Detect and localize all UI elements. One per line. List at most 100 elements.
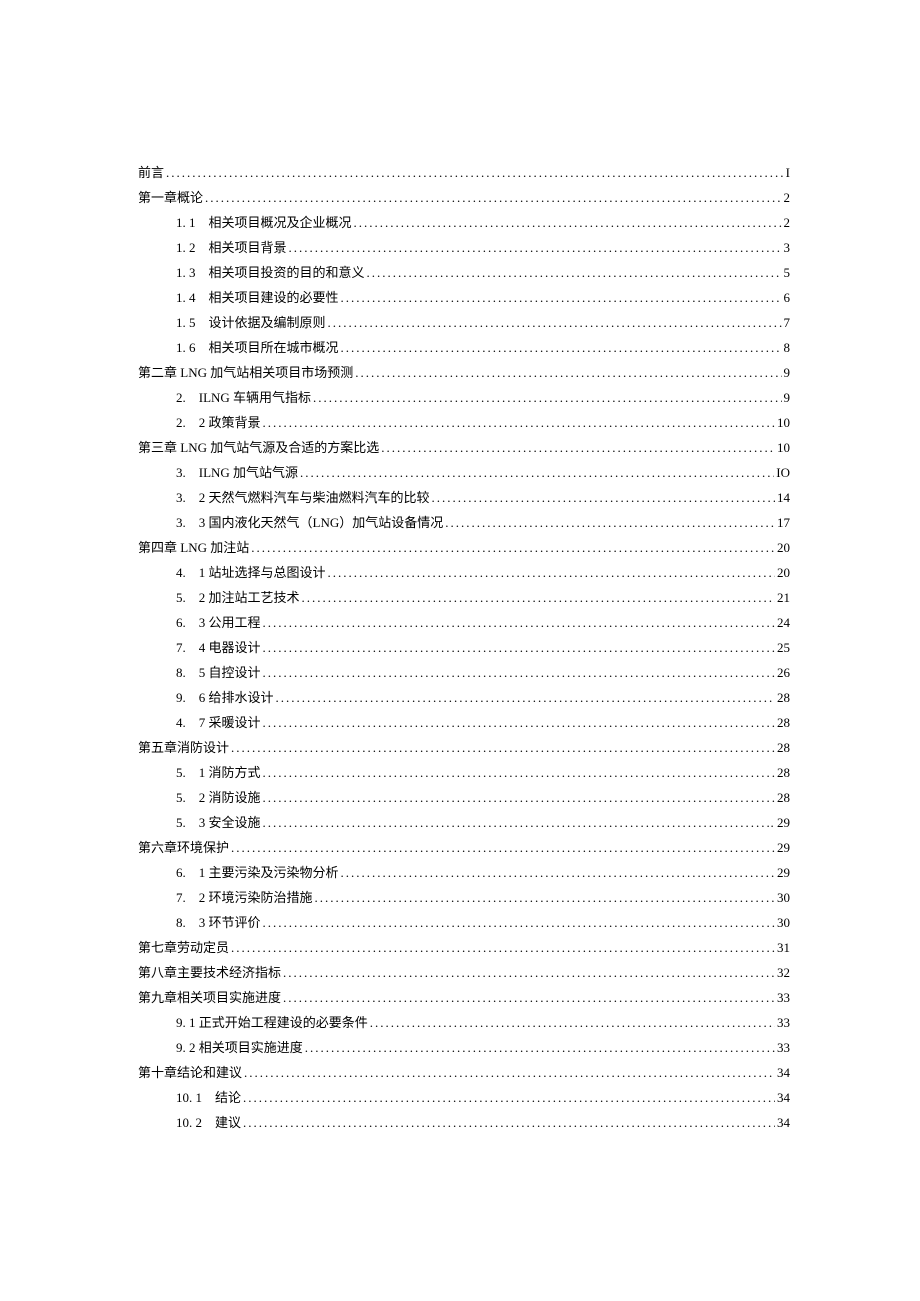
toc-entry-page: 26 <box>777 660 790 685</box>
toc-entry-label: 3. 2 天然气燃料汽车与柴油燃料汽车的比较 <box>176 485 430 510</box>
toc-entry-label: 8. 3 环节评价 <box>176 910 261 935</box>
toc-entry-label: 9. 2 相关项目实施进度 <box>176 1035 303 1060</box>
toc-leader-dots <box>355 360 781 385</box>
toc-entry: 1. 6 相关项目所在城市概况 8 <box>138 335 790 360</box>
toc-entry-label: 1. 4 相关项目建设的必要性 <box>176 285 339 310</box>
toc-entry-page: 20 <box>777 560 790 585</box>
toc-entry-page: 34 <box>777 1085 790 1110</box>
toc-entry: 9. 1 正式开始工程建设的必要条件 33 <box>138 1010 790 1035</box>
toc-entry-label: 第五章消防设计 <box>138 735 229 760</box>
toc-entry-label: 6. 1 主要污染及污染物分析 <box>176 860 339 885</box>
toc-entry-page: 6 <box>784 285 791 310</box>
toc-entry: 1. 3 相关项目投资的目的和意义 5 <box>138 260 790 285</box>
toc-entry: 1. 1 相关项目概况及企业概况 2 <box>138 210 790 235</box>
toc-entry-label: 第一章概论 <box>138 185 203 210</box>
toc-entry: 前言I <box>138 160 790 185</box>
toc-entry-label: 6. 3 公用工程 <box>176 610 261 635</box>
toc-entry: 6. 3 公用工程 24 <box>138 610 790 635</box>
toc-leader-dots <box>315 885 775 910</box>
toc-leader-dots <box>381 435 775 460</box>
toc-leader-dots <box>354 210 782 235</box>
toc-entry-label: 9. 6 给排水设计 <box>176 685 274 710</box>
toc-entry: 8. 5 自控设计 26 <box>138 660 790 685</box>
toc-entry-label: 第九章相关项目实施进度 <box>138 985 281 1010</box>
toc-page: 前言I第一章概论21. 1 相关项目概况及企业概况 21. 2 相关项目背景 3… <box>0 0 920 1255</box>
toc-entry-label: 7. 4 电器设计 <box>176 635 261 660</box>
toc-entry-page: 33 <box>777 1010 790 1035</box>
toc-entry-page: 8 <box>784 335 791 360</box>
toc-entry-page: 3 <box>784 235 791 260</box>
toc-leader-dots <box>263 810 769 835</box>
toc-entry-page: 29 <box>777 860 790 885</box>
toc-leader-dots <box>263 610 775 635</box>
toc-entry: 9. 6 给排水设计 28 <box>138 685 790 710</box>
toc-entry-page: 14 <box>777 485 790 510</box>
toc-entry-label: 2. ILNG 车辆用气指标 <box>176 385 311 410</box>
toc-entry-page: 29 <box>777 835 790 860</box>
toc-leader-dots <box>263 635 775 660</box>
toc-entry-label: 1. 2 相关项目背景 <box>176 235 287 260</box>
toc-entry-label: 1. 3 相关项目投资的目的和意义 <box>176 260 365 285</box>
toc-entry: 第九章相关项目实施进度 33 <box>138 985 790 1010</box>
toc-entry: 5. 3 安全设施 . 29 <box>138 810 790 835</box>
toc-leader-dots <box>313 385 781 410</box>
toc-entry-page: I <box>786 160 790 185</box>
toc-entry: 6. 1 主要污染及污染物分析 29 <box>138 860 790 885</box>
toc-entry-label: 第七章劳动定员 <box>138 935 229 960</box>
toc-leader-dots <box>263 710 775 735</box>
toc-leader-dots <box>300 460 774 485</box>
toc-entry-page: 28 <box>777 685 790 710</box>
toc-leader-dots <box>283 985 775 1010</box>
toc-leader-dots <box>305 1035 775 1060</box>
toc-entry: 2. 2 政策背景 10 <box>138 410 790 435</box>
toc-leader-dots <box>328 310 782 335</box>
toc-leader-dots <box>231 935 775 960</box>
toc-entry-label: 10. 2 建议 <box>176 1110 241 1135</box>
toc-entry-page: 34 <box>777 1110 790 1135</box>
toc-entry-label: 第八章主要技术经济指标 <box>138 960 281 985</box>
toc-entry-label: 第二章 LNG 加气站相关项目市场预测 <box>138 360 353 385</box>
toc-entry-page: 20 <box>777 535 790 560</box>
toc-entry-page: 28 <box>777 785 790 810</box>
toc-entry-label: 5. 2 消防设施 <box>176 785 261 810</box>
toc-entry-page: 30 <box>777 885 790 910</box>
toc-entry-label: 9. 1 正式开始工程建设的必要条件 <box>176 1010 368 1035</box>
toc-leader-dots <box>244 1060 775 1085</box>
toc-leader-dots <box>205 185 781 210</box>
toc-leader-dots <box>341 860 775 885</box>
toc-entry-page: 5 <box>784 260 791 285</box>
toc-entry-page: 32 <box>777 960 790 985</box>
toc-entry-label: 5. 1 消防方式 <box>176 760 261 785</box>
toc-entry: 10. 1 结论 34 <box>138 1085 790 1110</box>
toc-entry-label: 第十章结论和建议 <box>138 1060 242 1085</box>
toc-leader-dots <box>341 285 782 310</box>
toc-entry-label: 4. 7 采暖设计 <box>176 710 261 735</box>
toc-entry-page: 31 <box>777 935 790 960</box>
toc-leader-dots <box>432 485 775 510</box>
toc-entry-label: 1. 1 相关项目概况及企业概况 <box>176 210 352 235</box>
toc-leader-dots <box>302 585 775 610</box>
toc-entry-page: 7 <box>784 310 791 335</box>
toc-entry: 5. 2 加注站工艺技术 21 <box>138 585 790 610</box>
toc-entry: 9. 2 相关项目实施进度33 <box>138 1035 790 1060</box>
toc-entry-page: 25 <box>777 635 790 660</box>
toc-leader-dots <box>276 685 775 710</box>
toc-entry: 4. 7 采暖设计 28 <box>138 710 790 735</box>
toc-entry: 8. 3 环节评价 30 <box>138 910 790 935</box>
toc-entry-label: 8. 5 自控设计 <box>176 660 261 685</box>
toc-entry-label: 3. 3 国内液化天然气（LNG）加气站设备情况 <box>176 510 443 535</box>
toc-leader-dots <box>341 335 782 360</box>
toc-entry: 第一章概论2 <box>138 185 790 210</box>
toc-entry: 1. 5 设计依据及编制原则 7 <box>138 310 790 335</box>
toc-entry-page: 9 <box>784 385 791 410</box>
toc-entry-label: 7. 2 环境污染防治措施 <box>176 885 313 910</box>
toc-entry-label: 1. 6 相关项目所在城市概况 <box>176 335 339 360</box>
toc-entry: 2. ILNG 车辆用气指标 9 <box>138 385 790 410</box>
table-of-contents: 前言I第一章概论21. 1 相关项目概况及企业概况 21. 2 相关项目背景 3… <box>138 160 790 1135</box>
toc-entry-label: 5. 2 加注站工艺技术 <box>176 585 300 610</box>
toc-entry-page: 21 <box>777 585 790 610</box>
toc-entry: 第四章 LNG 加注站 20 <box>138 535 790 560</box>
toc-entry: 1. 4 相关项目建设的必要性 6 <box>138 285 790 310</box>
toc-leader-dots <box>243 1085 775 1110</box>
toc-leader-dots <box>166 160 784 185</box>
